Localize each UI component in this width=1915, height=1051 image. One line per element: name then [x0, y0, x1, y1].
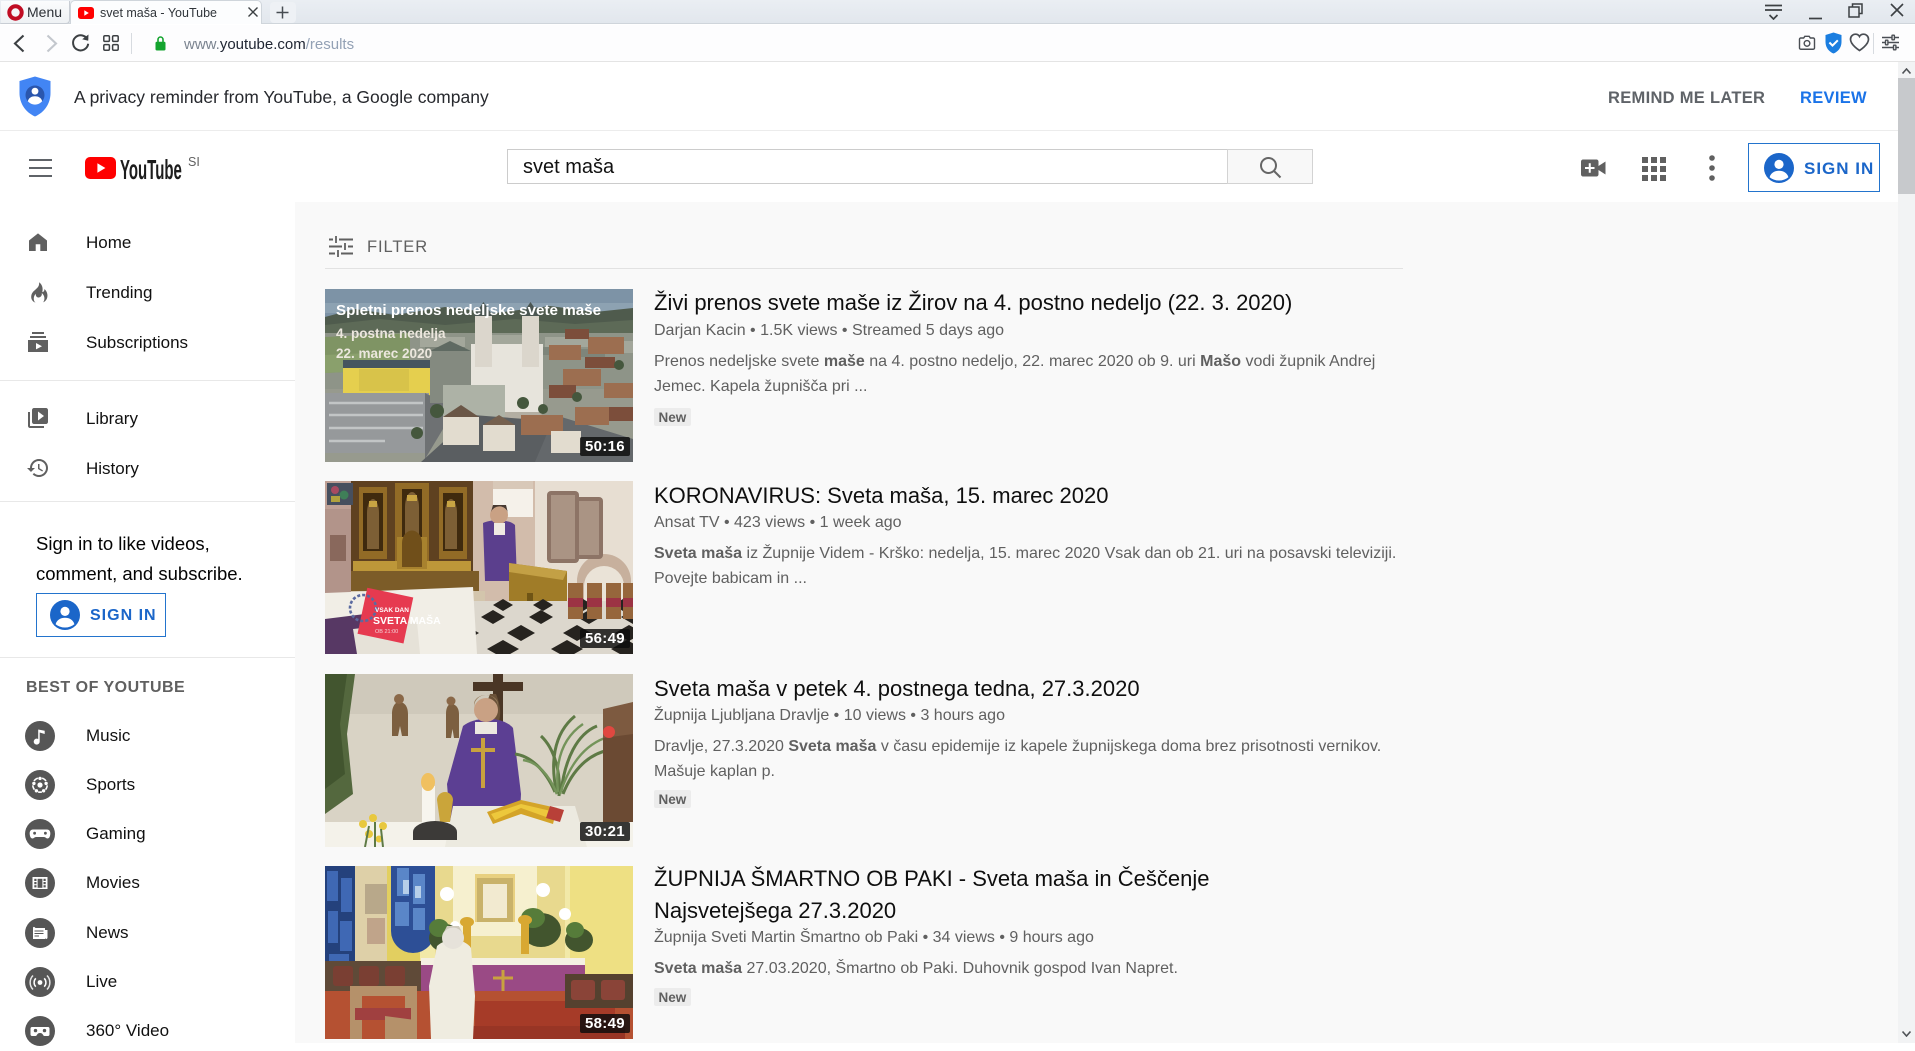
- svg-text:VSAK DAN: VSAK DAN: [375, 607, 409, 614]
- svg-text:4. postna nedelja: 4. postna nedelja: [336, 326, 446, 341]
- svg-text:22. marec 2020: 22. marec 2020: [336, 346, 432, 361]
- svg-text:SVETA MAŠA: SVETA MAŠA: [373, 614, 441, 627]
- svg-text:OB 21:00: OB 21:00: [375, 629, 398, 635]
- svg-text:Spletni prenos nedeljske svete: Spletni prenos nedeljske svete maše: [336, 302, 601, 319]
